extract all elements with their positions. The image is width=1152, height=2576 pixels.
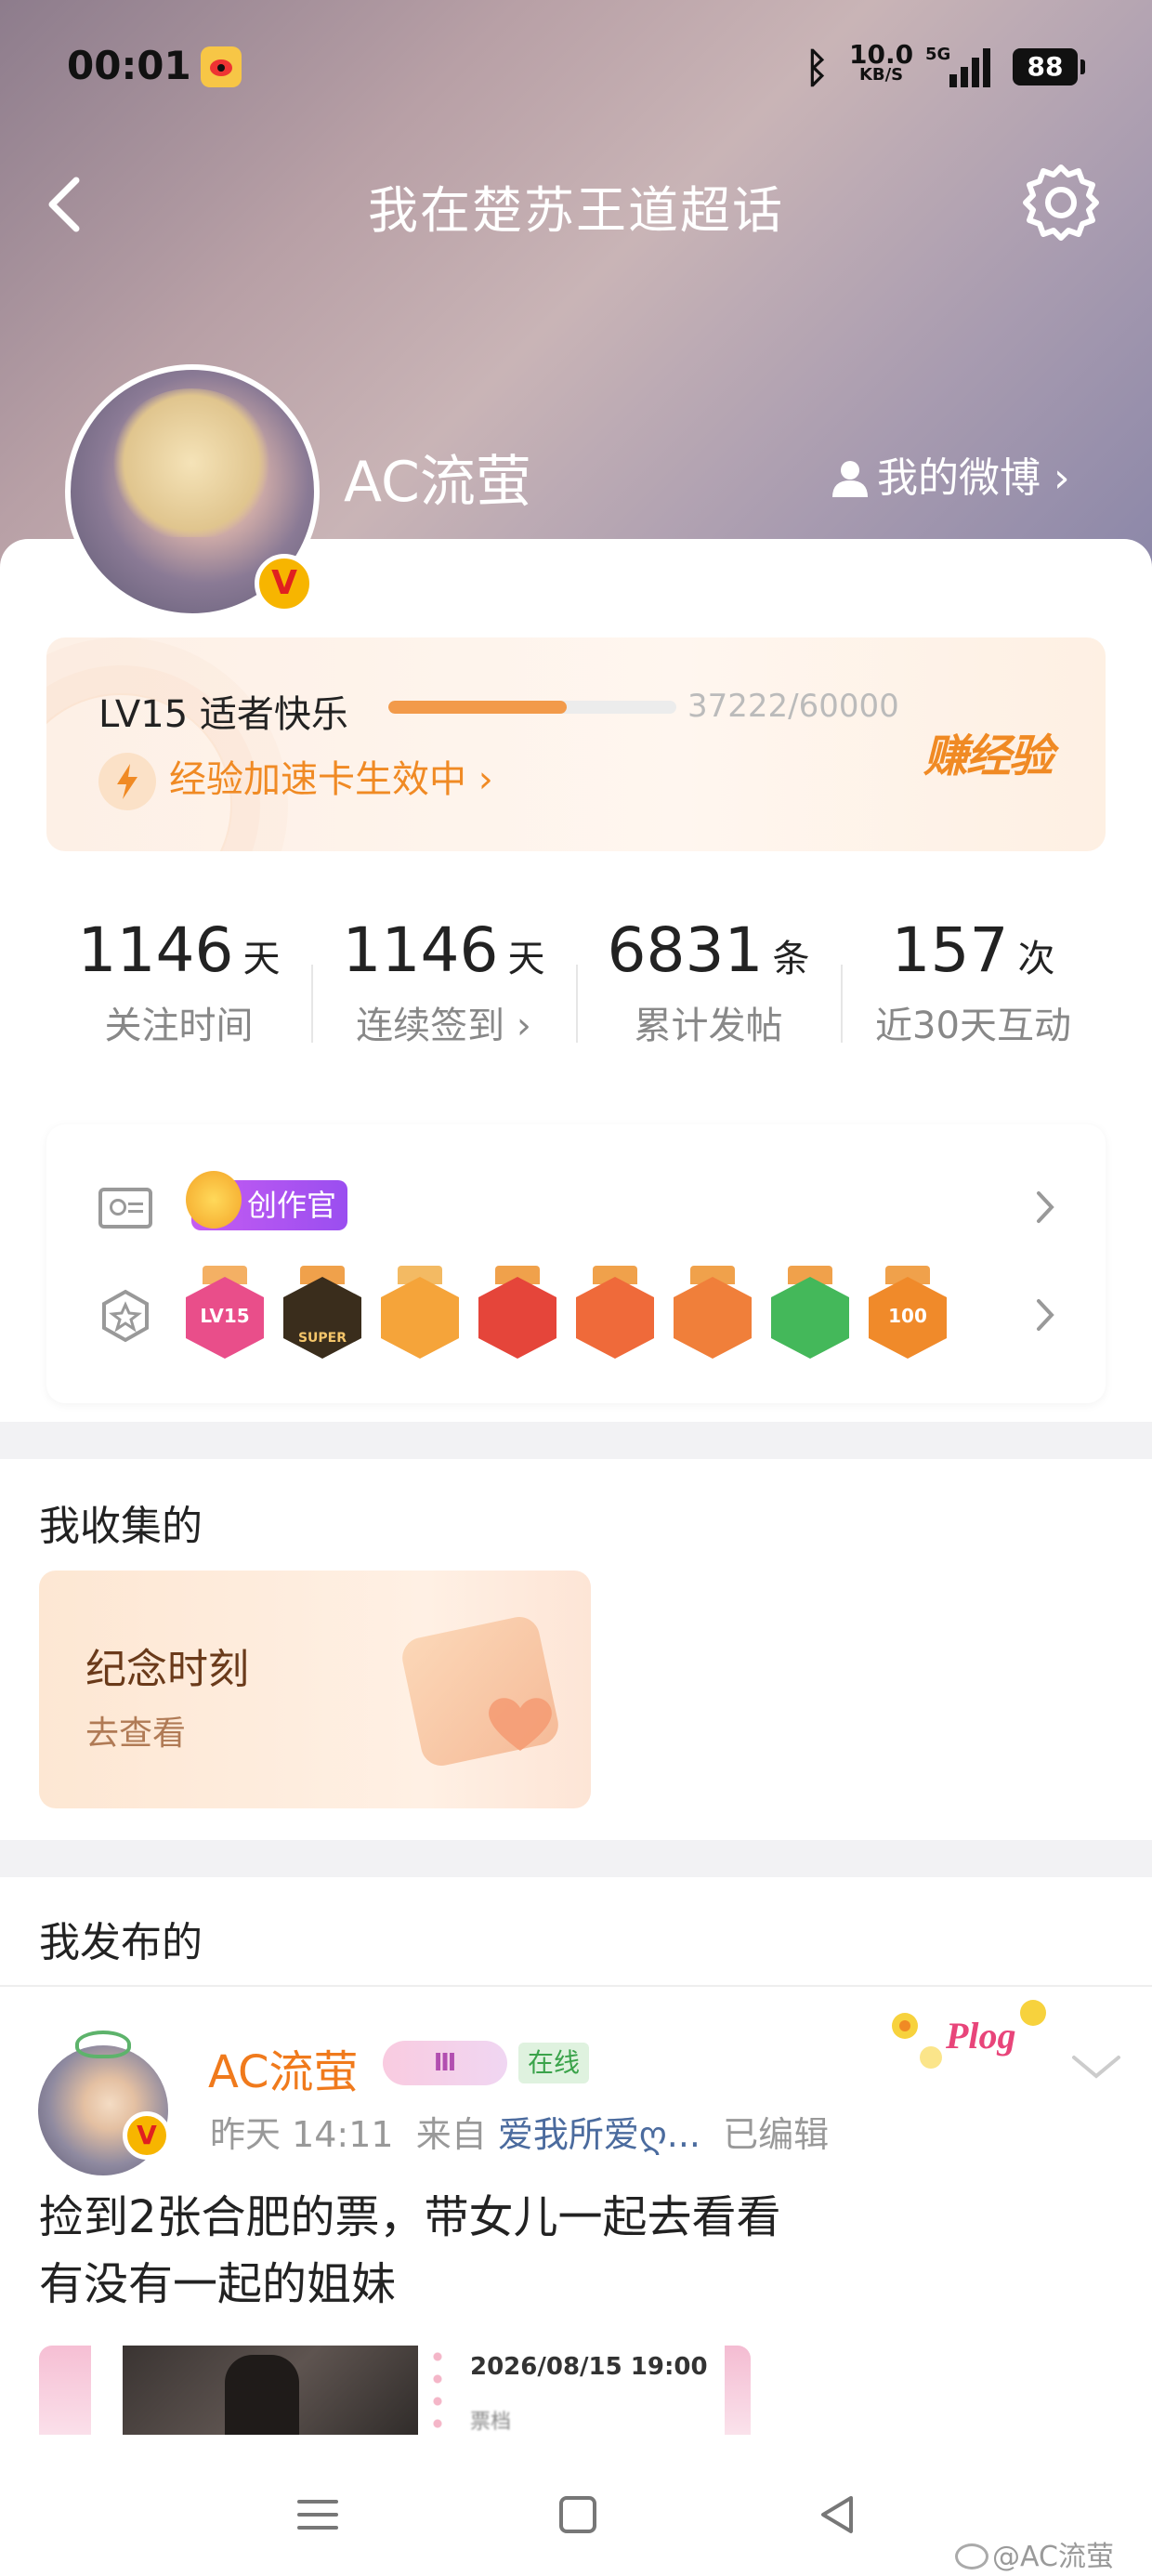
posted-section: 我发布的 V AC流萤 Ⅲ 在线 Plog 昨天 14:11 来自 爱我所爱ღ.… — [0, 1877, 1152, 2444]
creator-tag[interactable]: 创作官 — [186, 1171, 348, 1230]
verified-badge: V — [255, 554, 314, 613]
post-author[interactable]: AC流萤 — [208, 2035, 359, 2100]
stat-follow-time: 1146 天 关注时间 — [77, 914, 281, 1047]
online-tag: 在线 — [518, 2043, 590, 2083]
gear-icon — [1023, 164, 1099, 241]
earn-exp-button[interactable]: 赚经验 — [923, 719, 1054, 784]
memorial-link[interactable]: 去查看 — [85, 1706, 186, 1755]
home-icon[interactable] — [550, 2487, 606, 2543]
level-progress-bar — [388, 701, 676, 714]
verified-badge: V — [123, 2111, 171, 2160]
vip-tag: Ⅲ — [383, 2041, 507, 2085]
collected-title: 我收集的 — [39, 1503, 203, 1550]
menu-icon[interactable] — [290, 2487, 346, 2543]
my-weibo-link[interactable]: 我的微博 › — [831, 444, 1070, 504]
signal-icon: 5G — [925, 45, 994, 87]
cat-red-medal[interactable] — [478, 1266, 556, 1359]
lv15-medal[interactable]: LV15 — [186, 1266, 264, 1359]
mascot-icon — [186, 1171, 242, 1229]
post-image[interactable]: 2026/08/15 19:00 票档 — [39, 2346, 751, 2444]
chevron-down-icon[interactable] — [1068, 2048, 1124, 2085]
weibo-icon — [201, 46, 242, 87]
net-speed: 10.0 KB/S — [849, 39, 914, 85]
super-medal[interactable]: SUPER — [283, 1266, 361, 1359]
posted-title: 我发布的 — [39, 1919, 203, 1966]
post-meta: 昨天 14:11 来自 爱我所爱ღ... 已编辑 — [210, 2114, 830, 2155]
stats-row: 1146 天 关注时间 1146 天 连续签到 › 6831 条 累计发帖 157 次 … — [46, 877, 1106, 1100]
stat-checkin[interactable]: 1146 天 连续签到 › — [311, 914, 576, 1049]
memorial-card[interactable]: 纪念时刻 去查看 — [39, 1571, 591, 1808]
level-card[interactable]: LV15 适者快乐 37222/60000 经验加速卡生效中 › 赚经验 — [46, 637, 1106, 851]
boost-link[interactable]: 经验加速卡生效中 › — [98, 749, 493, 810]
svg-text:Plog: Plog — [945, 2015, 1016, 2057]
level-title: LV15 适者快乐 — [98, 693, 348, 736]
stat-interactions: 157 次 近30天互动 — [875, 914, 1071, 1047]
plog-sticker-icon: Plog — [892, 2000, 1046, 2069]
memorial-title: 纪念时刻 — [85, 1646, 249, 1693]
stat-posts: 6831 条 累计发帖 — [607, 914, 810, 1047]
status-time: 00:01 — [67, 43, 191, 88]
collected-section: 我收集的 纪念时刻 去查看 — [0, 1459, 1152, 1840]
id-card-icon — [98, 1188, 152, 1229]
page-title: 我在楚苏王道超话 — [368, 181, 784, 240]
settings-button[interactable] — [1016, 158, 1106, 247]
cat-crown-medal[interactable] — [674, 1266, 752, 1359]
battery-indicator: 88 — [1013, 48, 1085, 85]
watermark: @AC流萤 — [955, 2533, 1114, 2574]
person-icon — [832, 461, 868, 497]
medal-icon — [102, 1289, 149, 1343]
post-text[interactable]: 捡到2张合肥的票，带女儿一起去看看 有没有一起的姐妹 — [39, 2184, 912, 2318]
weibo-watermark-icon — [955, 2543, 988, 2569]
status-bar: 00:01 ᛒ 10.0 KB/S 5G 88 — [0, 0, 1152, 139]
cat-orange-medal[interactable] — [576, 1266, 654, 1359]
username: AC流萤 — [344, 450, 531, 515]
heart-icon — [489, 1698, 552, 1751]
ticket-date: 2026/08/15 19:00 — [470, 2353, 708, 2381]
lightning-icon — [98, 753, 156, 810]
chevron-right-icon[interactable] — [1031, 1292, 1059, 1338]
post-source-link[interactable]: 爱我所爱ღ... — [498, 2114, 700, 2155]
chevron-right-icon[interactable] — [1031, 1184, 1059, 1230]
ticket-sub: 票档 — [470, 2411, 512, 2434]
badges-card: 创作官 LV15 SUPER 100 — [46, 1124, 1106, 1403]
hand-medal[interactable] — [771, 1266, 849, 1359]
level-progress-text: 37222/60000 — [687, 688, 899, 725]
100days-medal[interactable]: 100 — [869, 1266, 947, 1359]
crown-medal[interactable] — [381, 1266, 459, 1359]
bluetooth-icon: ᛒ — [805, 45, 830, 92]
back-triangle-icon[interactable] — [810, 2487, 866, 2543]
